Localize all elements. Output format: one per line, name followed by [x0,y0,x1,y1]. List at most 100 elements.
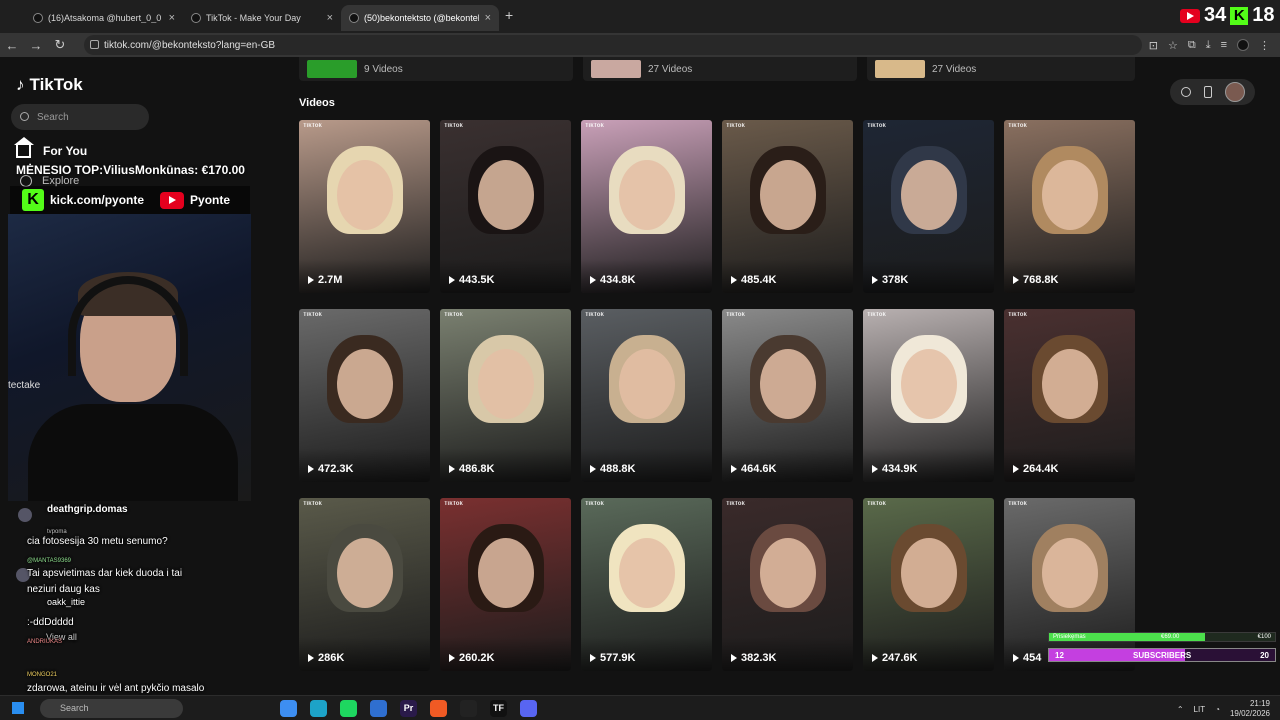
back-icon[interactable]: ← [0,38,24,53]
video-card[interactable]: TikTok 485.4K [722,120,853,293]
donation-goal-target: €100 [1257,634,1271,640]
discord-icon[interactable] [520,700,537,717]
browser-tab-1[interactable]: (16)Atsakoma @hubert_0_0 #L × [25,5,183,31]
thumbnail-face [478,538,534,608]
thumbnail-face [337,538,393,608]
playlist-card[interactable]: 9 Videos [299,57,573,81]
video-grid: TikTok 2.7M TikTok 443.5K TikTok 434.8K TikTok… [299,120,1136,671]
language-indicator[interactable]: LIT [1194,705,1206,714]
reload-icon[interactable]: ↻ [48,37,72,53]
video-card[interactable]: TikTok 486.8K [440,309,571,482]
view-count-text: 434.8K [600,274,636,286]
browser-tab-3[interactable]: (50)bekontektsto (@bekontekst × [341,5,499,31]
taskbar-search-input[interactable]: Search [40,699,183,718]
video-card[interactable]: TikTok 286K [299,498,430,671]
thumbnail-face [619,160,675,230]
thumbnail-face [901,349,957,419]
view-count: 577.9K [590,652,635,664]
tiktok-watermark: TikTok [303,123,322,129]
browser-tab-2[interactable]: TikTok - Make Your Day × [183,5,341,31]
tiktok-watermark: TikTok [444,312,463,318]
thumbnail-face [337,349,393,419]
view-count-text: 486.8K [459,463,495,475]
close-tab-icon[interactable]: × [327,12,333,24]
obs-icon[interactable] [460,700,477,717]
video-card[interactable]: TikTok 472.3K [299,309,430,482]
video-card[interactable]: TikTok 382.3K [722,498,853,671]
kick-icon: K [22,189,44,211]
new-tab-button[interactable]: + [505,7,513,23]
tiktok-icon[interactable]: TF [490,700,507,717]
view-count: 434.9K [872,463,917,475]
adobe-premiere-icon[interactable]: Pr [400,700,417,717]
tiktok-watermark: TikTok [585,312,604,318]
view-count-text: 577.9K [600,652,636,664]
video-card[interactable]: TikTok 2.7M [299,120,430,293]
tiktok-logo[interactable]: ♪ TikTok [16,75,83,95]
compass-icon[interactable] [1180,87,1191,97]
video-card[interactable]: TikTok 434.8K [581,120,712,293]
thumbnail-face [478,160,534,230]
tiktok-watermark: TikTok [867,501,886,507]
chat-message: deathgrip.domas [47,504,128,515]
browser-tabstrip: (16)Atsakoma @hubert_0_0 #L × TikTok - M… [0,0,1280,33]
reading-list-icon[interactable]: ≡ [1221,39,1227,51]
menu-icon[interactable]: ⋮ [1259,39,1270,52]
forward-icon[interactable]: → [24,38,48,53]
video-card[interactable]: TikTok 264.4K [1004,309,1135,482]
video-card[interactable]: TikTok 577.9K [581,498,712,671]
avatar[interactable] [1224,82,1245,102]
clock[interactable]: 21:19 19/02/2026 [1230,699,1270,719]
downloads-icon[interactable]: ⤓ [1206,39,1211,52]
tiktok-watermark: TikTok [726,123,745,129]
subscriber-goal-current: 12 [1055,651,1064,660]
profile-avatar[interactable] [1237,39,1249,51]
play-icon [590,465,596,473]
brave-icon[interactable] [430,700,447,717]
bookmark-star-icon[interactable]: ☆ [1168,39,1178,52]
tab-title: TikTok - Make Your Day [206,13,301,23]
extensions-icon[interactable]: ⧉ [1188,39,1196,52]
view-count: 464.6K [731,463,776,475]
playlist-card[interactable]: 27 Videos [583,57,857,81]
close-tab-icon[interactable]: × [485,12,491,24]
playlist-card[interactable]: 27 Videos [867,57,1135,81]
play-icon [1013,276,1019,284]
close-tab-icon[interactable]: × [169,12,175,24]
chat-username: @MANTAS9369 [27,558,71,564]
system-tray: ⌃ LIT ◔ 21:19 19/02/2026 [1177,699,1270,719]
video-card[interactable]: TikTok 488.8K [581,309,712,482]
search-input[interactable]: Search [11,104,149,130]
chat-message: zdarowa, ateinu ir vėl ant pykčio masalo [27,683,205,694]
sidebar-item-for-you[interactable]: For You [14,136,87,158]
photos-icon[interactable] [370,700,387,717]
video-card[interactable]: TikTok 247.6K [863,498,994,671]
video-card[interactable]: TikTok 464.6K [722,309,853,482]
video-card[interactable]: TikTok 260.2K [440,498,571,671]
chevron-up-icon[interactable]: ⌃ [1177,705,1184,714]
install-app-icon[interactable]: ⊡ [1149,39,1158,52]
edge-icon[interactable] [310,700,327,717]
play-icon [731,465,737,473]
start-icon[interactable] [12,702,24,714]
video-card[interactable]: TikTok 434.9K [863,309,994,482]
address-bar[interactable]: tiktok.com/@bekonteksto?lang=en-GB [84,35,1142,55]
site-info-icon[interactable] [90,40,99,49]
network-icon[interactable]: ◔ [1215,705,1220,714]
search-placeholder: Search [60,703,89,713]
chat-message: Tai apsvietimas dar kiek duoda i tai [27,568,183,579]
browser-toolbar: ← → ↻ tiktok.com/@bekonteksto?lang=en-GB… [0,33,1280,57]
webcam-brand-text: tectake [8,380,41,391]
video-card[interactable]: TikTok 443.5K [440,120,571,293]
video-card[interactable]: TikTok 768.8K [1004,120,1135,293]
phone-icon[interactable] [1203,86,1212,98]
spotify-icon[interactable] [340,700,357,717]
playlist-thumbnail [307,60,357,78]
play-icon [308,276,314,284]
play-icon [449,276,455,284]
subscriber-badge: 34 K 18 [1180,4,1275,27]
view-count: 434.8K [590,274,635,286]
video-card[interactable]: TikTok 378K [863,120,994,293]
search-placeholder: Search [37,111,69,123]
chrome-icon[interactable] [280,700,297,717]
